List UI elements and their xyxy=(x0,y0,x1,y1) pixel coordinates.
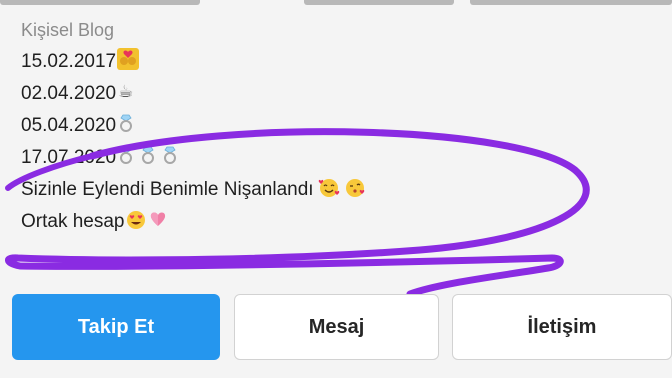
coffee-icon: ☕ xyxy=(118,81,134,102)
ring-icon xyxy=(120,146,133,164)
top-tab-bars xyxy=(0,0,672,6)
bio-line-text: Sizinle Eylendi Benimle Nişanlandı xyxy=(21,179,314,200)
message-button[interactable]: Mesaj xyxy=(234,294,439,360)
bio-line-shared-account: Ortak hesap xyxy=(21,206,621,238)
tab-bar-left xyxy=(0,0,200,5)
profile-category: Kişisel Blog xyxy=(21,20,115,40)
bio-line-date-3: 05.04.2020 xyxy=(21,110,621,142)
contact-button[interactable]: İletişim xyxy=(452,294,672,360)
ring-icon xyxy=(120,114,133,132)
ring-icon xyxy=(164,146,177,164)
bio-line-date-1: 15.02.2017 xyxy=(21,46,621,78)
profile-bio: Kişisel Blog 15.02.2017 02.04.2020 ☕ 05.0… xyxy=(21,14,621,238)
bio-line-date-2: 02.04.2020 ☕ xyxy=(21,78,621,110)
bio-line-text: 17.07.2020 xyxy=(21,147,117,168)
couple-with-heart-icon xyxy=(117,48,140,71)
bio-line-text: 15.02.2017 xyxy=(21,51,117,72)
smiling-face-with-hearts-icon xyxy=(318,178,339,197)
bio-line-text: Ortak hesap xyxy=(21,211,125,232)
face-blowing-kiss-icon xyxy=(345,178,364,197)
profile-actions: Takip Et Mesaj İletişim xyxy=(12,294,672,360)
tab-bar-right xyxy=(470,0,672,5)
heart-eyes-icon xyxy=(126,210,145,229)
bio-line-text: 05.04.2020 xyxy=(21,115,117,136)
sparkling-heart-icon xyxy=(150,212,165,226)
bio-line-date-4: 17.07.2020 xyxy=(21,142,621,174)
ring-icon xyxy=(142,146,155,164)
bio-line-engagement: Sizinle Eylendi Benimle Nişanlandı xyxy=(21,174,621,206)
bio-line-text: 02.04.2020 xyxy=(21,83,117,104)
tab-bar-middle xyxy=(304,0,454,5)
follow-button[interactable]: Takip Et xyxy=(12,294,220,360)
